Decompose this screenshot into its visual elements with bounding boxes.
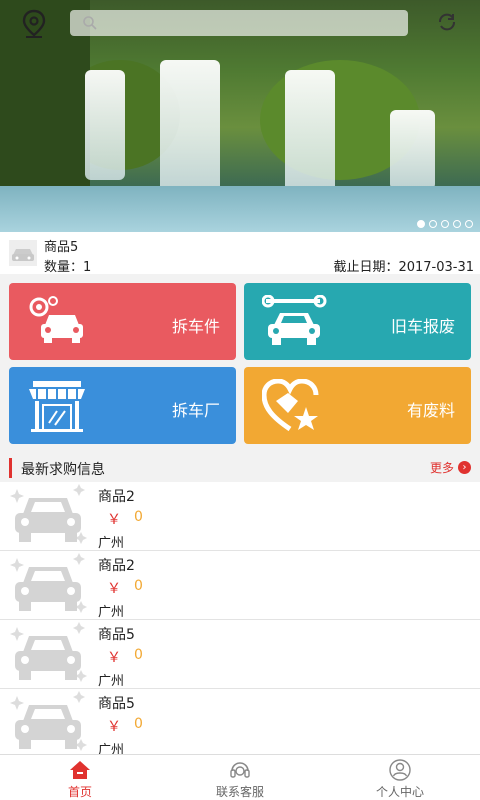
category-car-parts[interactable]: 拆车件 (9, 283, 236, 360)
listing-name: 商品5 (98, 696, 135, 712)
listing-city: 广州 (98, 605, 125, 620)
category-car-scrap[interactable]: 旧车报废 (244, 283, 471, 360)
home-icon (70, 761, 90, 779)
carousel-dot[interactable] (429, 220, 437, 228)
banner-water (0, 186, 480, 232)
headset-icon (230, 762, 250, 778)
listing-price: 0 (134, 509, 143, 525)
banner-waterfall (160, 60, 220, 200)
shop-icon (29, 381, 85, 432)
category-label: 拆车件 (171, 317, 220, 336)
listing-name: 商品5 (98, 627, 135, 643)
tab-profile[interactable]: 个人中心 (340, 755, 460, 800)
tab-label: 个人中心 (375, 785, 424, 799)
carousel-indicator[interactable] (417, 220, 473, 228)
section-title: 最新求购信息 (21, 462, 105, 478)
listing-price: 0 (134, 647, 143, 663)
tab-home[interactable]: 首页 (20, 755, 140, 800)
listing-list[interactable]: 商品2 ￥ 0 广州 商品2 ￥ 0 广州 商品5 ￥ 0 广州 商品5 ￥ 0… (0, 482, 480, 754)
carousel-dot[interactable] (465, 220, 473, 228)
more-link[interactable]: 更多 › (430, 459, 471, 476)
car-thumb-icon (9, 240, 37, 266)
category-scrap-material[interactable]: 有废料 (244, 367, 471, 444)
list-item[interactable]: 商品5 ￥ 0 广州 (0, 620, 480, 689)
category-label: 旧车报废 (390, 317, 455, 336)
listing-price: 0 (134, 578, 143, 594)
search-icon (83, 16, 97, 30)
section-accent-bar (9, 458, 12, 478)
refresh-icon[interactable] (436, 11, 458, 33)
notice-product-name: 商品5 (44, 240, 79, 255)
car-parts-icon (29, 296, 83, 343)
banner-waterfall (85, 70, 125, 180)
carousel-dot[interactable] (441, 220, 449, 228)
bottom-tab-bar: 首页 联系客服 个人中心 (0, 754, 480, 800)
notice-deadline: 截止日期：2017-03-31 (333, 260, 474, 275)
car-placeholder-icon (10, 553, 87, 613)
chevron-right-icon: › (458, 461, 471, 474)
listing-city: 广州 (98, 536, 125, 551)
listing-currency: ￥ (107, 719, 121, 735)
list-item[interactable]: 商品2 ￥ 0 广州 (0, 482, 480, 551)
heart-handshake-icon (262, 379, 319, 432)
category-label: 有废料 (406, 401, 455, 420)
car-placeholder-icon (10, 622, 87, 682)
category-label: 拆车厂 (171, 401, 220, 420)
user-icon (389, 759, 411, 781)
listing-currency: ￥ (107, 650, 121, 666)
listing-currency: ￥ (107, 512, 121, 528)
carousel-dot[interactable] (417, 220, 425, 228)
banner-carousel[interactable] (0, 0, 480, 232)
listing-name: 商品2 (98, 558, 135, 574)
listing-name: 商品2 (98, 489, 135, 505)
car-placeholder-icon (10, 691, 87, 751)
app-root: 商品5 数量：1 截止日期：2017-03-31 拆车件 旧车报废 拆车厂 有废… (0, 0, 480, 800)
tab-label: 首页 (67, 785, 92, 799)
banner-waterfall (285, 70, 335, 200)
tab-label: 联系客服 (215, 785, 264, 799)
tab-customer-service[interactable]: 联系客服 (180, 755, 300, 800)
banner-waterfall (390, 110, 435, 190)
listing-currency: ￥ (107, 581, 121, 597)
notice-quantity: 数量：1 (44, 260, 92, 275)
category-dismantling-plant[interactable]: 拆车厂 (9, 367, 236, 444)
listing-city: 广州 (98, 743, 125, 754)
listing-city: 广州 (98, 674, 125, 689)
carousel-dot[interactable] (453, 220, 461, 228)
more-label: 更多 (429, 461, 454, 475)
listing-price: 0 (134, 716, 143, 732)
search-input[interactable] (70, 10, 408, 36)
car-placeholder-icon (10, 484, 87, 544)
location-pin-icon[interactable] (20, 9, 48, 39)
list-item[interactable]: 商品5 ￥ 0 广州 (0, 689, 480, 754)
list-item[interactable]: 商品2 ￥ 0 广州 (0, 551, 480, 620)
car-wrench-icon (262, 295, 327, 345)
